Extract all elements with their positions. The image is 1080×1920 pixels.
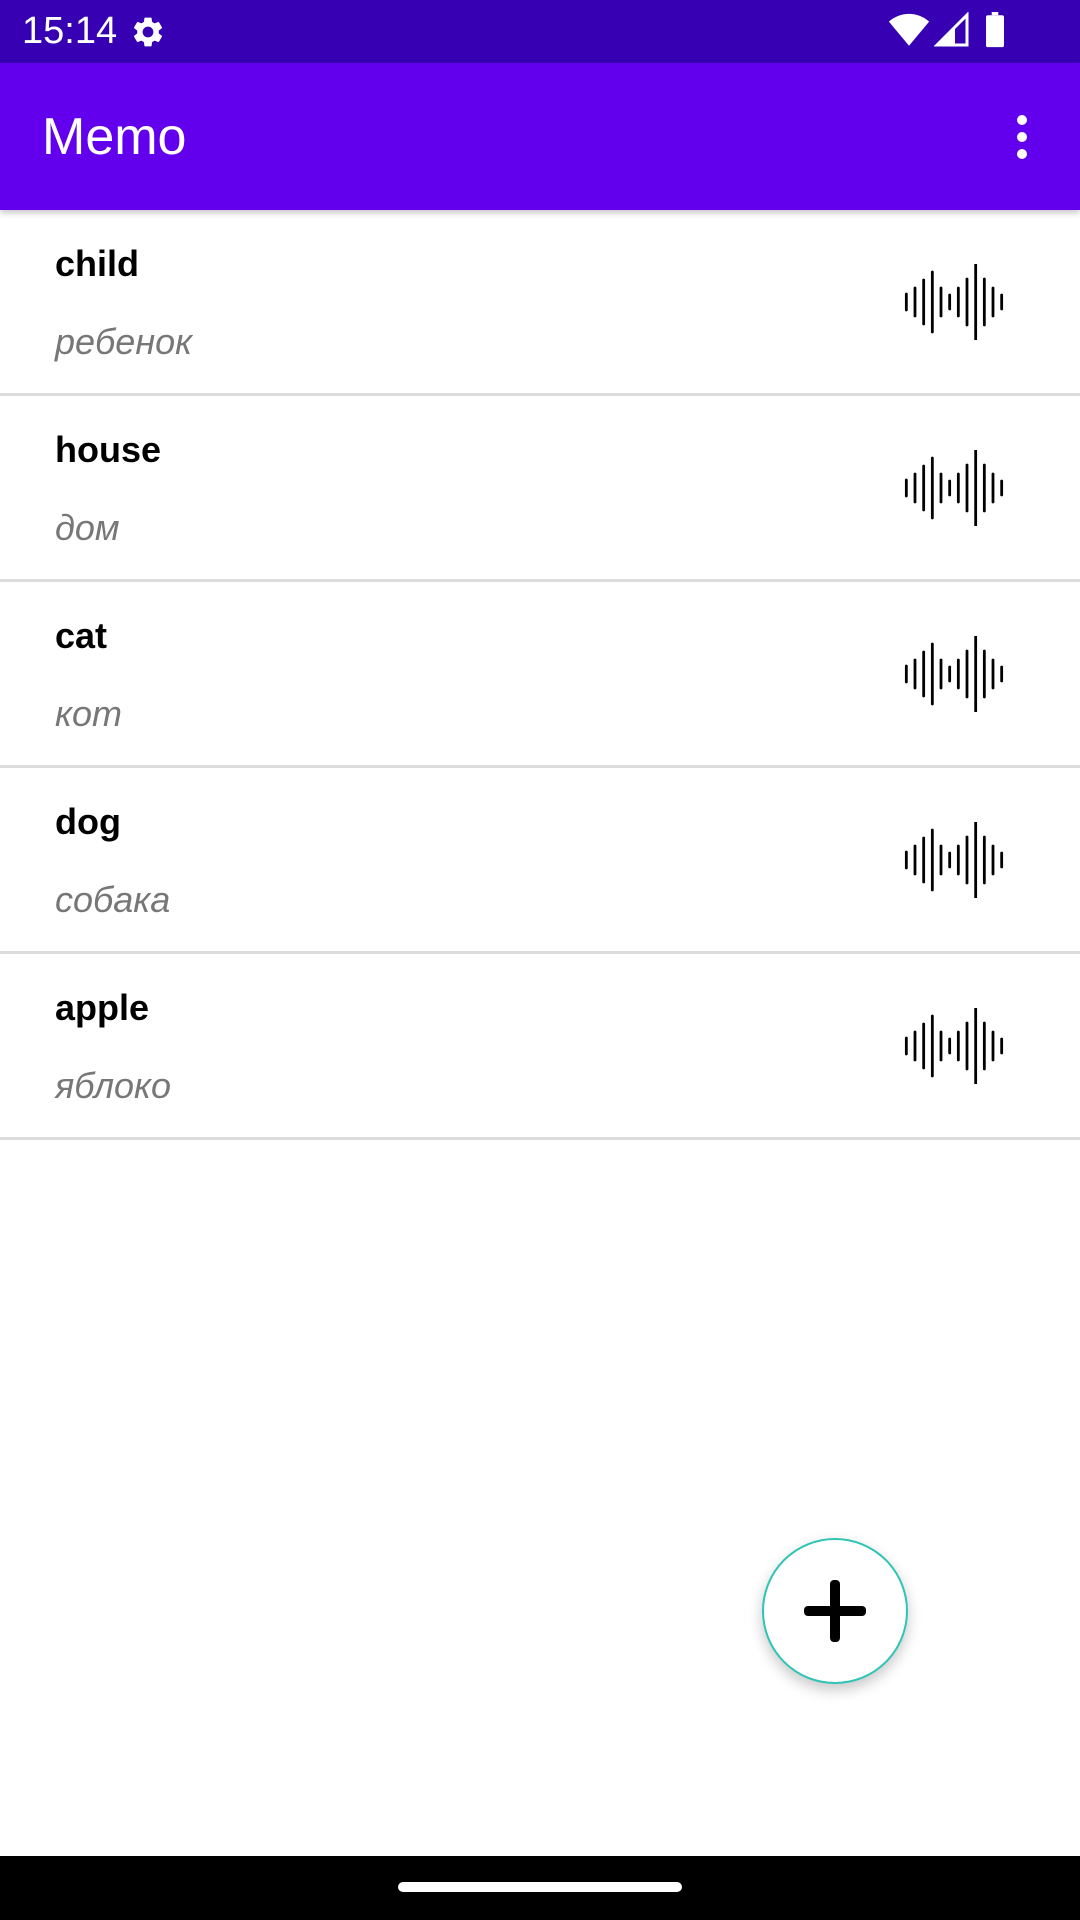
status-time: 15:14 bbox=[22, 10, 118, 52]
word-translation: дом bbox=[55, 507, 120, 548]
battery-icon bbox=[986, 12, 1004, 48]
word-text: apple bbox=[55, 987, 150, 1028]
navigation-bar bbox=[0, 1856, 1080, 1920]
wifi-icon bbox=[888, 13, 930, 46]
app-bar: Memo bbox=[0, 63, 1080, 210]
status-bar: 15:14 bbox=[0, 0, 1080, 63]
more-vert-icon[interactable] bbox=[1000, 109, 1044, 165]
audio-wave-icon[interactable] bbox=[896, 262, 1012, 342]
home-gesture-handle[interactable] bbox=[398, 1882, 682, 1892]
list-item[interactable]: cat кот bbox=[0, 582, 1080, 768]
audio-wave-icon[interactable] bbox=[896, 634, 1012, 714]
word-text: dog bbox=[55, 801, 121, 842]
word-translation: собака bbox=[55, 879, 171, 920]
word-translation: яблоко bbox=[55, 1065, 172, 1106]
plus-icon bbox=[804, 1580, 866, 1642]
word-list: child ребенок house дом cat кот dog соба… bbox=[0, 210, 1080, 1140]
signal-icon bbox=[934, 12, 969, 47]
list-item[interactable]: house дом bbox=[0, 396, 1080, 582]
word-text: cat bbox=[55, 615, 108, 656]
word-text: child bbox=[55, 243, 140, 284]
word-translation: ребенок bbox=[55, 321, 193, 362]
gear-icon bbox=[133, 17, 163, 47]
memo-screen: 15:14 Memo child ребенок house дом cat к… bbox=[0, 0, 1080, 1920]
add-word-button[interactable] bbox=[762, 1538, 908, 1684]
word-translation: кот bbox=[55, 693, 123, 734]
list-item[interactable]: dog собака bbox=[0, 768, 1080, 954]
audio-wave-icon[interactable] bbox=[896, 820, 1012, 900]
audio-wave-icon[interactable] bbox=[896, 1006, 1012, 1086]
audio-wave-icon[interactable] bbox=[896, 448, 1012, 528]
list-item[interactable]: child ребенок bbox=[0, 210, 1080, 396]
word-text: house bbox=[55, 429, 162, 470]
list-item[interactable]: apple яблоко bbox=[0, 954, 1080, 1140]
app-title: Memo bbox=[42, 108, 187, 166]
